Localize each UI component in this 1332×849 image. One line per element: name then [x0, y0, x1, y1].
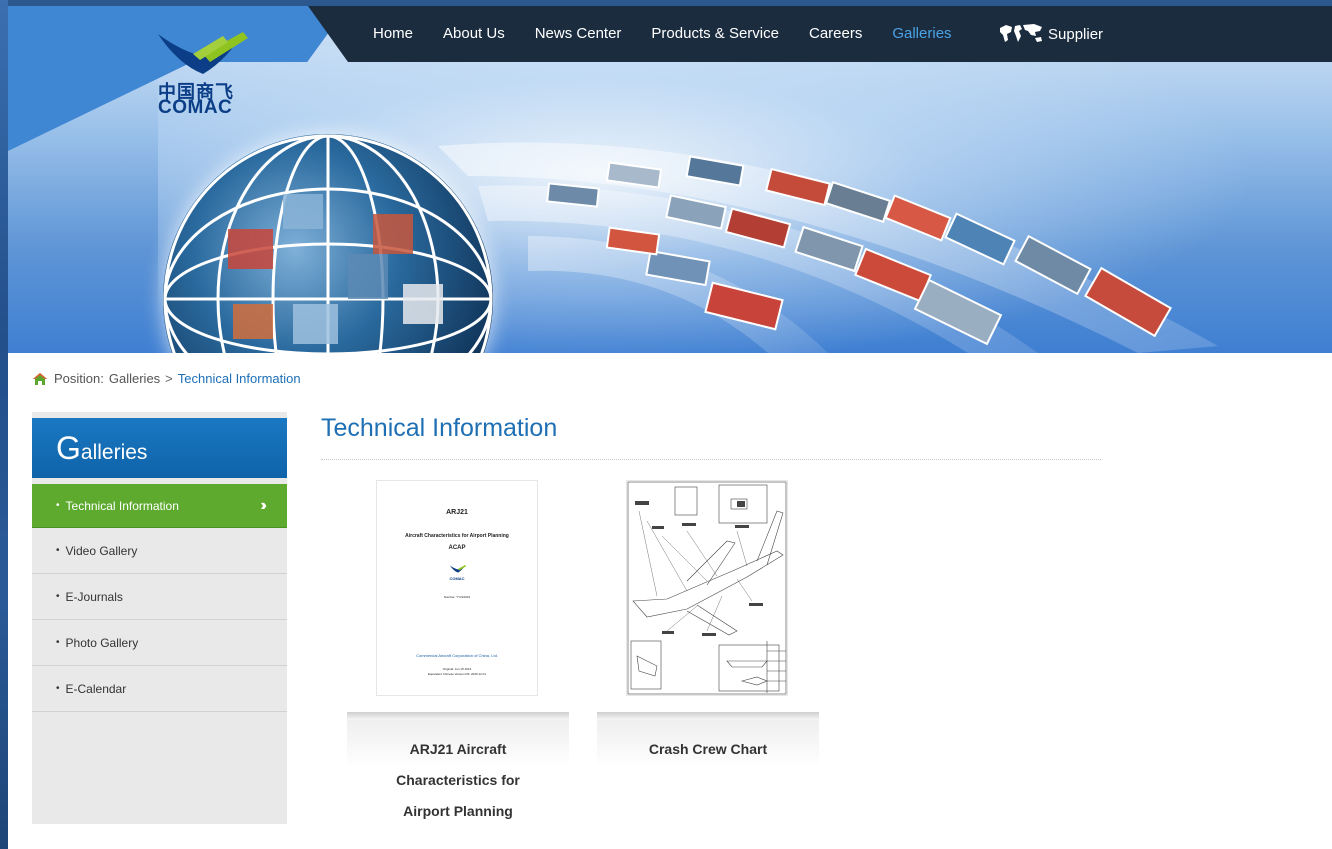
document-thumbnail[interactable]: ARJ21 Aircraft Characteristics for Airpo… [376, 480, 538, 696]
doc-brand: COMAC [449, 576, 465, 581]
sidebar-item-label: E-Calendar [65, 681, 127, 696]
sidebar-title-rest: alleries [80, 440, 148, 464]
breadcrumb-current[interactable]: Technical Information [178, 371, 301, 386]
page-title: Technical Information [321, 414, 558, 442]
home-icon[interactable] [32, 372, 48, 386]
double-chevron-right-icon: ›› [260, 496, 266, 514]
comac-logo-icon [449, 565, 467, 573]
nav-about-us[interactable]: About Us [428, 6, 520, 62]
breadcrumb-prefix: Position: [54, 371, 104, 386]
main-menu: Home About Us News Center Products & Ser… [358, 6, 967, 62]
nav-news-center[interactable]: News Center [520, 6, 637, 62]
doc-heading: ARJ21 [446, 509, 468, 516]
bullet: • [56, 591, 60, 602]
sidebar-item-label: Photo Gallery [65, 635, 139, 650]
bullet: • [56, 683, 60, 694]
nav-home[interactable]: Home [358, 6, 428, 62]
sidebar-item-e-journals[interactable]: • E-Journals [32, 574, 287, 620]
bullet: • [56, 545, 60, 556]
title-divider [321, 459, 1101, 460]
doc-original-date: Original: Jun 15 2016 [442, 667, 472, 671]
desktop-edge [0, 0, 8, 849]
sidebar-item-technical-information[interactable]: • Technical Information ›› [32, 484, 287, 528]
sidebar-item-video-gallery[interactable]: • Video Gallery [32, 528, 287, 574]
doc-number: Number: YY210001 [443, 595, 471, 599]
page: 中国商飞 COMAC Home About Us News Center Pro… [8, 6, 1332, 849]
sidebar-item-label: E-Journals [65, 589, 123, 604]
logo-english-text: COMAC [158, 97, 233, 118]
card-caption[interactable]: ARJ21 Aircraft Characteristics for Airpo… [347, 734, 569, 827]
doc-subtitle: Aircraft Characteristics for Airport Pla… [405, 533, 509, 539]
globe-photo-grid [163, 134, 493, 353]
doc-equivalent: Equivalent Chinese Version R3: 2020.12.0… [427, 672, 487, 676]
nav-supplier-label: Supplier [1048, 25, 1104, 43]
bullet: • [56, 637, 60, 648]
bullet: • [56, 500, 60, 511]
sidebar-menu: • Technical Information ›› • Video Galle… [32, 484, 287, 712]
hero-banner: 中国商飞 COMAC Home About Us News Center Pro… [8, 6, 1332, 353]
card-caption[interactable]: Crash Crew Chart [597, 734, 819, 765]
sidebar-item-e-calendar[interactable]: • E-Calendar [32, 666, 287, 712]
sidebar-title: G alleries [32, 418, 287, 478]
sidebar-item-label: Technical Information [65, 498, 179, 513]
nav-products-service[interactable]: Products & Service [636, 6, 794, 62]
breadcrumb: Position: Galleries > Technical Informat… [32, 371, 301, 386]
breadcrumb-separator: > [165, 371, 173, 386]
sidebar: G alleries • Technical Information ›› • … [32, 412, 287, 824]
diagram-thumbnail[interactable] [626, 480, 788, 696]
nav-supplier[interactable]: Supplier [998, 6, 1103, 62]
nav-galleries[interactable]: Galleries [877, 6, 966, 62]
aircraft-diagram-graphic [627, 481, 787, 695]
sidebar-item-label: Video Gallery [65, 543, 138, 558]
sidebar-title-initial: G [56, 429, 81, 466]
doc-abbr: ACAP [448, 545, 466, 551]
doc-company: Commercial Aircraft Corporation of China… [416, 653, 498, 658]
sidebar-item-photo-gallery[interactable]: • Photo Gallery [32, 620, 287, 666]
world-map-icon [1000, 24, 1042, 42]
breadcrumb-galleries-link[interactable]: Galleries [109, 371, 160, 386]
nav-careers[interactable]: Careers [794, 6, 877, 62]
